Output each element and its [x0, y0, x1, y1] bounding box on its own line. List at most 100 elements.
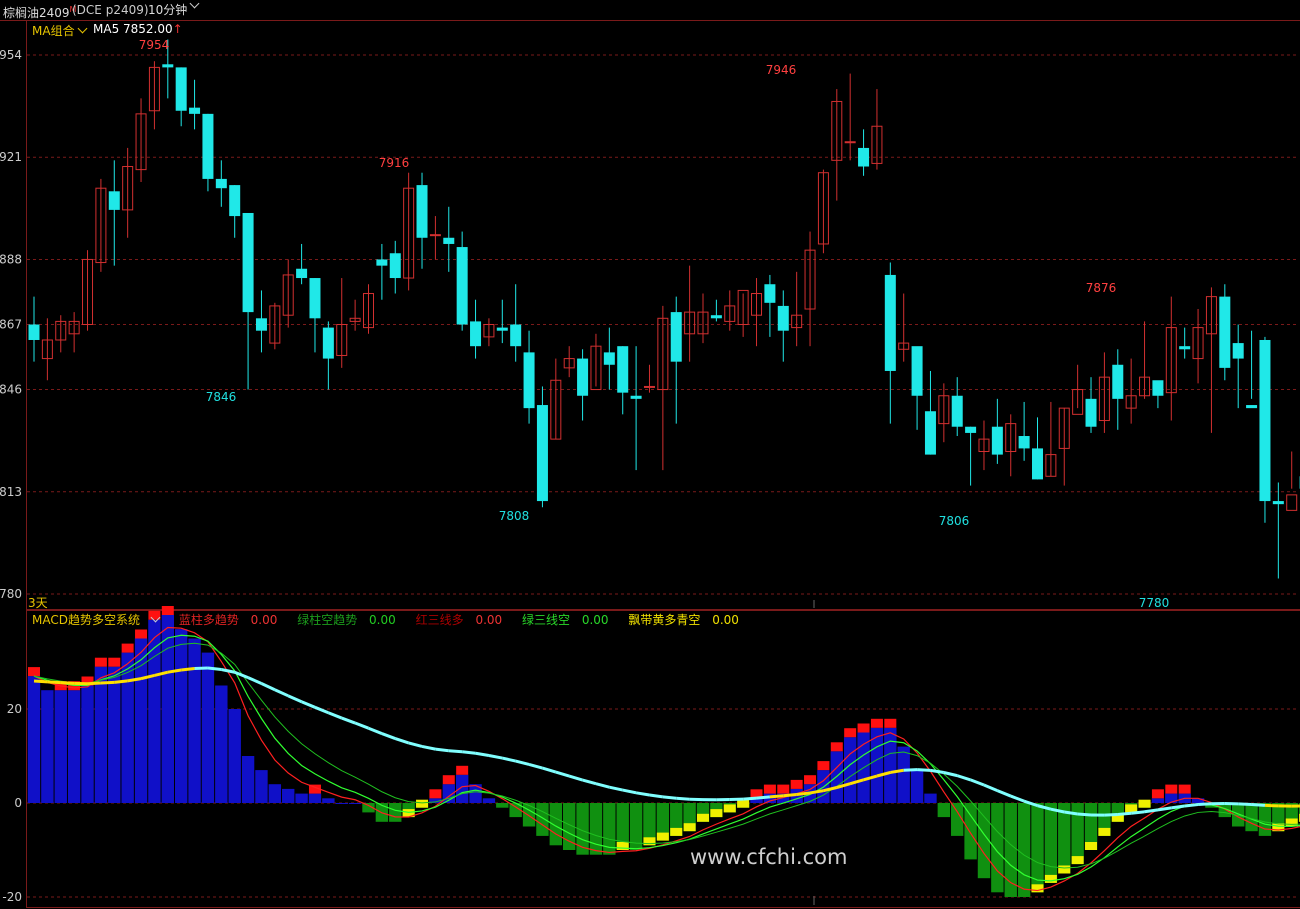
- ribbon-segment: [461, 750, 476, 755]
- candle-body: [1112, 364, 1124, 399]
- candle-body: [496, 327, 508, 331]
- macd-bar: [295, 793, 308, 803]
- ribbon-segment: [314, 705, 329, 715]
- macd-cap: [763, 784, 776, 794]
- ribbon-segment: [743, 796, 757, 801]
- candle-body: [991, 426, 1003, 455]
- macd-bar: [282, 788, 295, 803]
- macd-cap: [790, 779, 803, 789]
- macd-bar: [108, 666, 121, 803]
- ribbon-segment: [435, 747, 449, 753]
- y-tick-label: 7888: [0, 252, 22, 266]
- macd-bar: [335, 803, 348, 804]
- ribbon-segment: [943, 771, 958, 778]
- candle-body: [844, 141, 856, 144]
- candle-body: [242, 212, 254, 313]
- macd-title[interactable]: MACD趋势多空系统: [32, 612, 167, 627]
- ribbon-segment: [421, 744, 436, 751]
- y-tick-label: -20: [2, 890, 22, 904]
- ribbon-segment: [515, 759, 530, 766]
- ribbon-segment: [662, 795, 677, 800]
- ribbon-segment: [1144, 808, 1159, 814]
- candle-body: [630, 395, 642, 399]
- y-tick-label: 7846: [0, 383, 22, 397]
- ribbon-segment: [367, 726, 383, 735]
- ribbon-segment: [996, 789, 1012, 798]
- ribbon-segment: [488, 753, 503, 760]
- candle-body: [1246, 405, 1258, 409]
- candle-body: [577, 358, 589, 396]
- ribbon-segment: [47, 680, 61, 685]
- candle-body: [1272, 501, 1284, 505]
- ribbon-segment: [448, 749, 463, 754]
- candle-body: [858, 147, 870, 167]
- candle-body: [456, 247, 468, 325]
- ribbon-segment: [260, 682, 276, 692]
- ribbon-segment: [301, 700, 316, 709]
- ribbon-segment: [582, 778, 597, 786]
- ribbon-segment: [501, 756, 517, 763]
- ribbon-segment: [1197, 802, 1212, 807]
- ribbon-segment: [916, 768, 931, 772]
- candle-body: [764, 284, 776, 303]
- candle-body: [603, 352, 615, 365]
- macd-bar: [27, 676, 41, 803]
- ribbon-segment: [1104, 812, 1118, 817]
- candle-body: [1219, 296, 1231, 368]
- candle-body: [1085, 398, 1097, 427]
- ma-selector[interactable]: MA组合: [32, 22, 90, 39]
- ribbon-segment: [247, 676, 263, 685]
- macd-bar: [348, 803, 362, 804]
- macd-bar: [389, 803, 402, 822]
- macd-bar: [54, 690, 67, 803]
- ribbon-segment: [769, 794, 784, 799]
- chart-canvas[interactable]: 7954 7921 7888 7867 7846 7813 7780 7954 7916 7946…: [0, 0, 1300, 909]
- ribbon-segment: [622, 788, 637, 795]
- macd-cap: [1058, 865, 1071, 874]
- ribbon-segment: [783, 792, 797, 798]
- legend-green-lines: 绿三线空 0.00: [521, 613, 609, 627]
- y-tick-label: 7780: [0, 587, 22, 601]
- macd-cap: [1085, 842, 1098, 850]
- macd-bar: [937, 803, 951, 818]
- macd-cap: [870, 718, 883, 728]
- ribbon-segment: [635, 791, 650, 797]
- candle-body: [389, 253, 401, 279]
- ribbon-segment: [475, 751, 490, 757]
- candle-body: [108, 191, 120, 210]
- macd-cap: [28, 667, 40, 677]
- macd-cap: [804, 775, 817, 785]
- candle-body: [376, 259, 388, 266]
- macd-cap: [135, 629, 148, 639]
- macd-cap: [94, 657, 107, 667]
- macd-cap: [1098, 827, 1111, 836]
- ribbon-segment: [676, 796, 690, 801]
- ribbon-segment: [207, 666, 222, 671]
- macd-bar: [455, 774, 469, 803]
- candle-body: [536, 405, 548, 502]
- candle-body: [617, 346, 629, 393]
- macd-cap: [1071, 856, 1084, 865]
- ribbon-segment: [100, 680, 115, 685]
- candle-body: [202, 113, 214, 179]
- candle-body: [443, 237, 455, 244]
- ribbon-segment: [756, 795, 771, 800]
- ribbon-segment: [1184, 803, 1199, 808]
- macd-bar: [215, 685, 228, 803]
- macd-bar: [67, 690, 81, 803]
- ribbon-segment: [1010, 794, 1025, 803]
- macd-cap: [643, 837, 656, 846]
- candle-body: [215, 178, 227, 189]
- y-tick-label: 20: [7, 702, 22, 716]
- chevron-down-icon: [150, 612, 161, 623]
- macd-bar: [910, 770, 924, 803]
- ribbon-segment: [649, 793, 664, 799]
- candle-body: [1018, 436, 1030, 449]
- ribbon-segment: [542, 766, 557, 774]
- legend-blue-bar: 蓝柱多趋势 0.00: [178, 613, 278, 627]
- macd-cap: [670, 827, 683, 836]
- ribbon-segment: [408, 741, 423, 748]
- price-annotation: 7876: [1086, 281, 1117, 295]
- candle-body: [911, 346, 923, 396]
- macd-bar: [161, 615, 174, 803]
